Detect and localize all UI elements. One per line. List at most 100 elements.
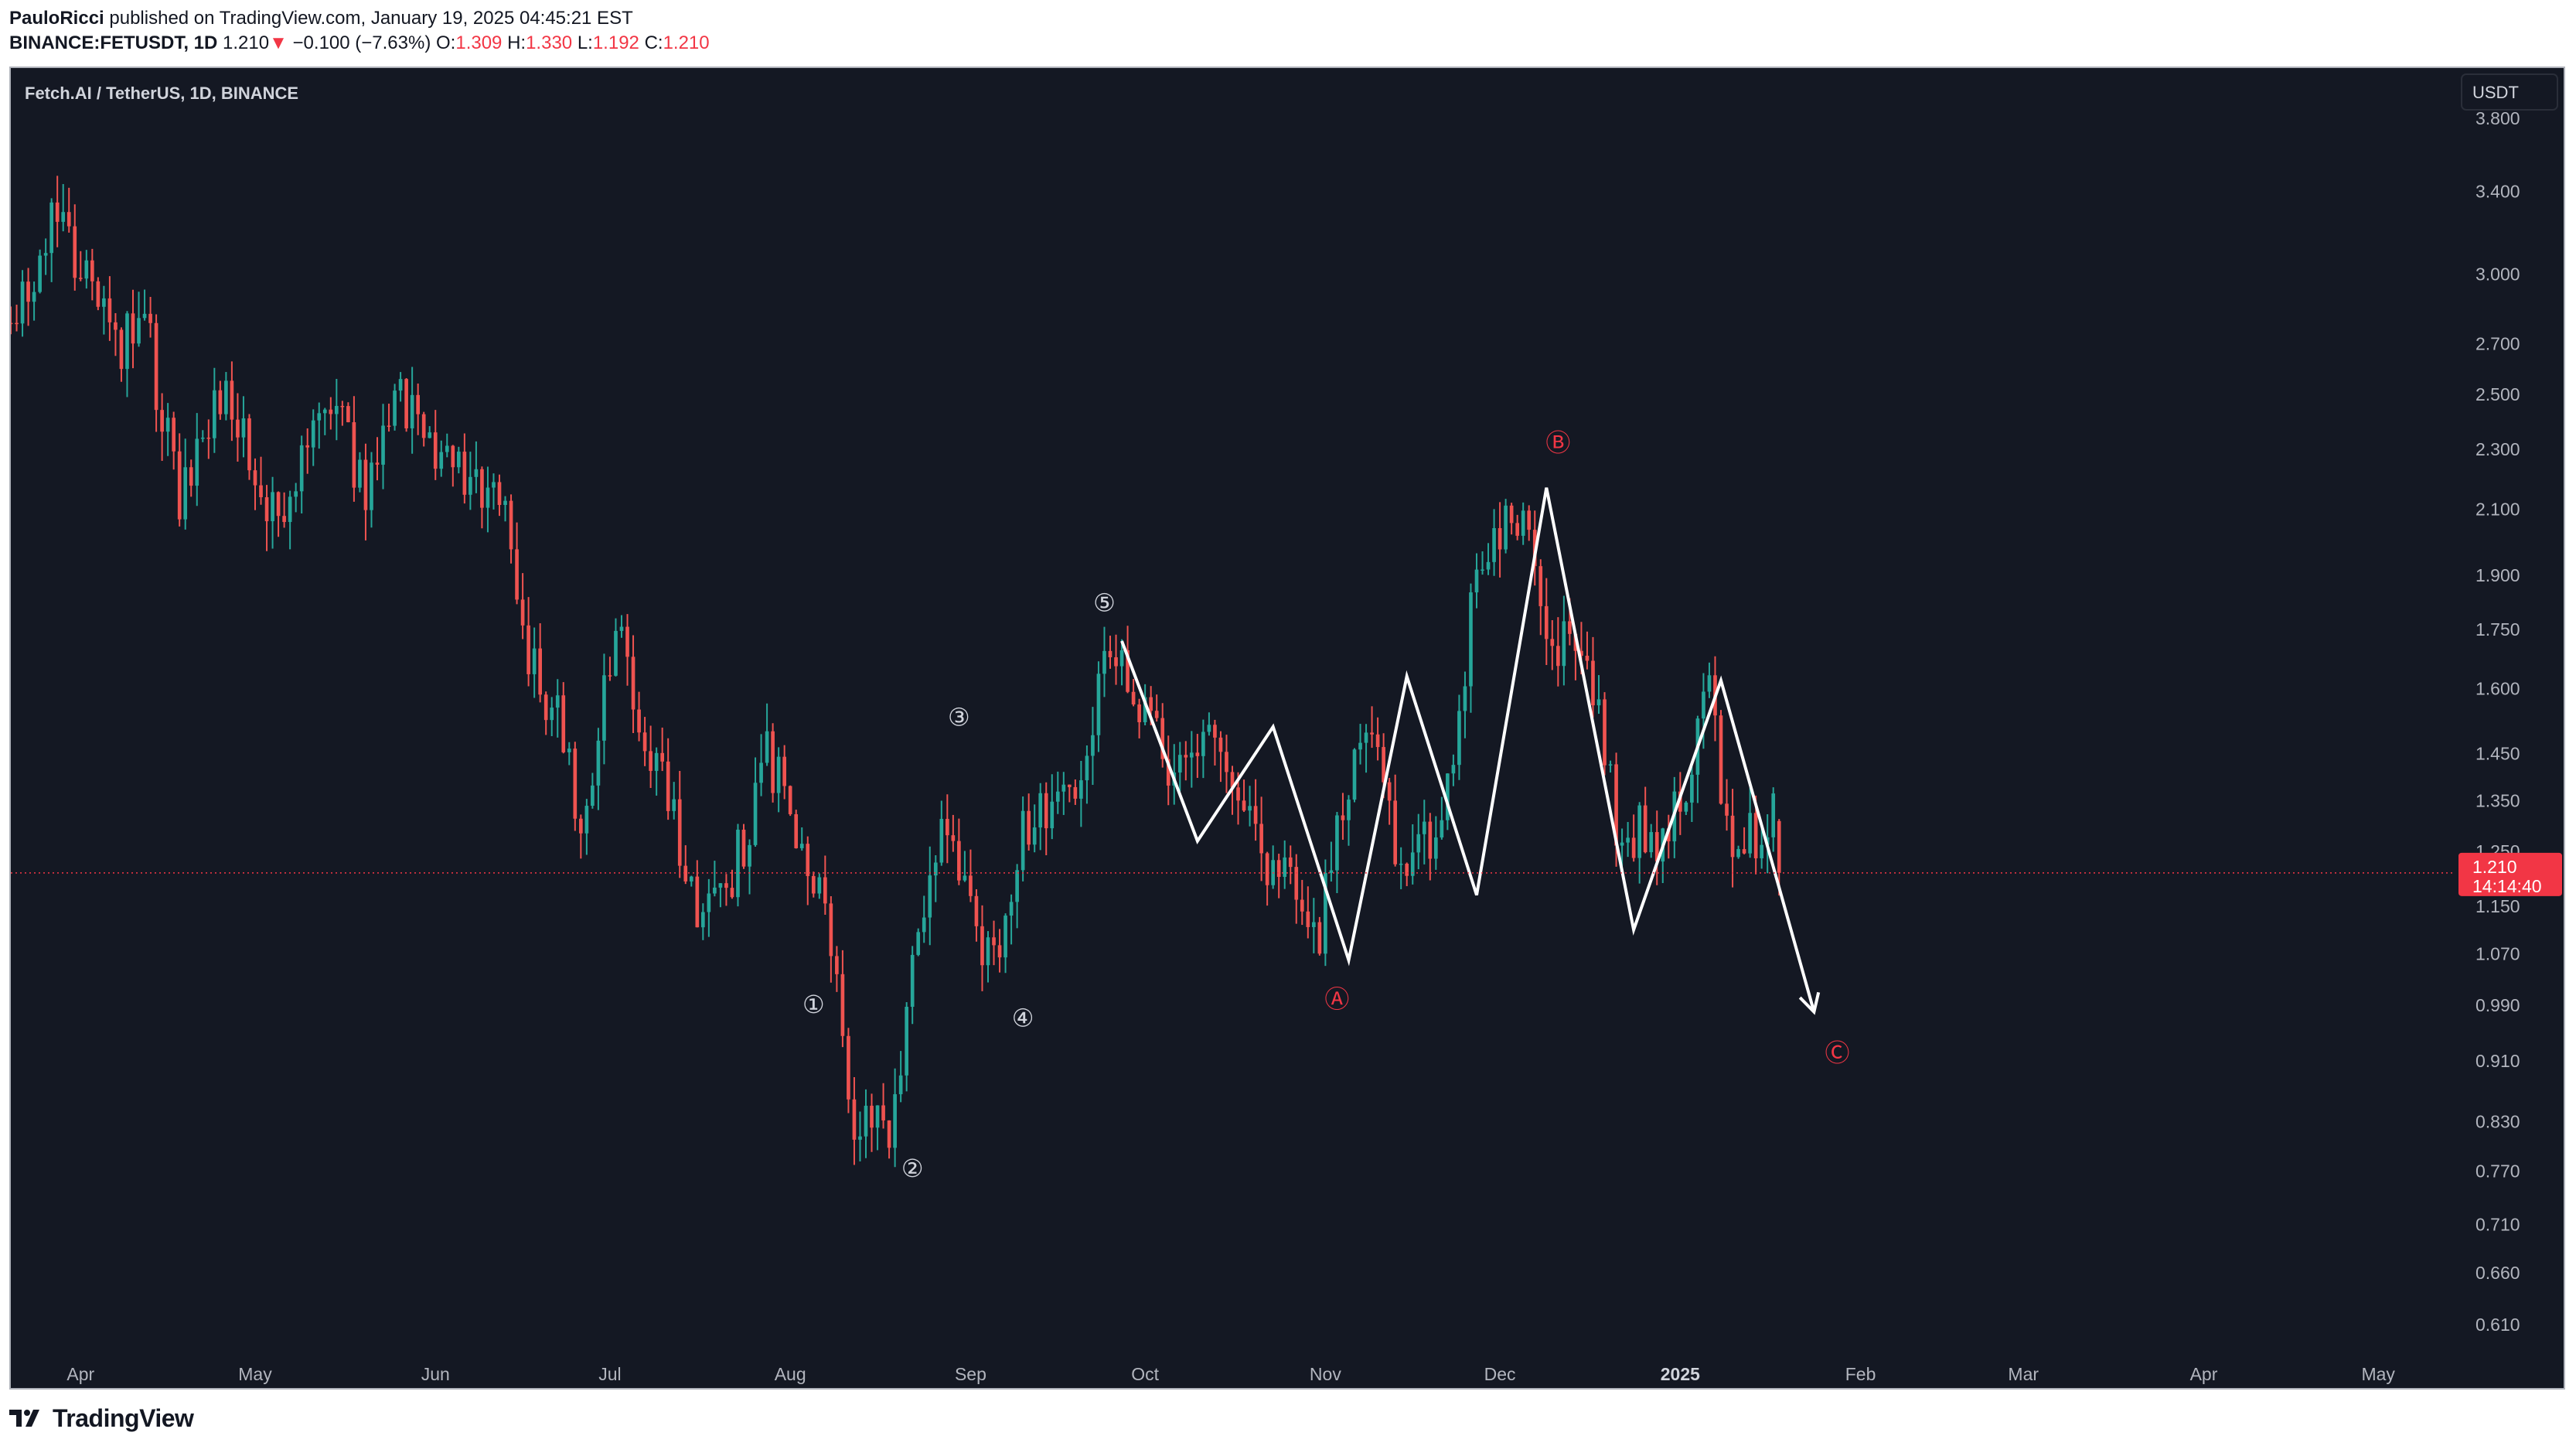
candle-body: [637, 709, 641, 733]
candle-body: [741, 829, 746, 867]
candle-body: [625, 626, 629, 657]
chart-panel[interactable]: ① ② ③ ④ ⑤ Ⓐ Ⓑ Ⓒ 3.800 3.400 3.000 2.700 2.500 2.300 2…: [9, 67, 2565, 1390]
candle-body: [352, 422, 356, 488]
candle-body: [1015, 870, 1019, 902]
y-tick-label: 1.900: [2475, 565, 2520, 585]
wave-label[interactable]: ⑤: [1093, 588, 1116, 618]
candle-body: [1684, 802, 1688, 812]
candle-body: [520, 599, 525, 626]
candle-body: [486, 487, 490, 508]
candle-body: [107, 298, 112, 322]
wave-label[interactable]: Ⓐ: [1324, 984, 1349, 1014]
candle-body: [311, 420, 315, 448]
tradingview-branding[interactable]: TradingView: [9, 1401, 194, 1435]
candle-body: [428, 432, 432, 438]
candle-body: [421, 414, 426, 438]
candle-body: [724, 883, 728, 888]
currency-button[interactable]: USDT: [2461, 73, 2558, 111]
x-tick-label: Sep: [955, 1364, 986, 1384]
author-name[interactable]: PauloRicci: [9, 8, 104, 29]
wave-label[interactable]: Ⓒ: [1825, 1038, 1849, 1068]
price-chart[interactable]: ① ② ③ ④ ⑤ Ⓐ Ⓑ Ⓒ 3.800 3.400 3.000 2.700 2.500 2.300 2…: [11, 68, 2564, 1388]
candle-body: [1352, 749, 1357, 800]
candle-body: [608, 675, 612, 677]
candle-body: [1044, 793, 1048, 829]
candle-body: [1428, 821, 1433, 859]
wave-label[interactable]: ③: [948, 703, 970, 732]
candle-body: [1061, 784, 1066, 792]
candle-body: [561, 695, 566, 752]
wave-label[interactable]: ④: [1012, 1003, 1034, 1032]
x-tick-label: Jul: [598, 1364, 621, 1384]
candle-body: [1492, 528, 1496, 562]
candle-body: [1637, 805, 1641, 858]
candle-body: [1556, 646, 1560, 667]
candle-body: [503, 500, 507, 506]
candle-body: [1184, 755, 1188, 758]
candle-body: [509, 500, 513, 550]
price-change: −0.100 (−7.63%): [292, 32, 431, 53]
candle-body: [957, 841, 961, 881]
candle-body: [84, 260, 89, 279]
candle-body: [1341, 815, 1345, 820]
candle-body: [480, 469, 484, 508]
candle-body: [177, 451, 182, 520]
candle-body: [218, 390, 223, 414]
wave-label[interactable]: ①: [802, 990, 825, 1019]
candle-body: [887, 1120, 891, 1148]
candle-body: [1213, 725, 1217, 738]
candle-body: [1481, 569, 1484, 571]
candle-body: [748, 844, 751, 867]
candle-body: [1195, 752, 1200, 756]
candle-body: [114, 322, 118, 330]
candle-body: [119, 329, 124, 370]
candle-body: [375, 462, 380, 465]
y-tick-label: 2.100: [2475, 500, 2520, 520]
y-tick-label: 1.150: [2475, 896, 2520, 916]
candle-body: [363, 459, 368, 510]
candle-body: [1265, 853, 1269, 885]
candle-body: [474, 469, 479, 477]
elliott-wave-line[interactable]: [1120, 487, 1816, 1013]
x-tick-label: 2025: [1661, 1364, 1700, 1384]
candle-body: [282, 516, 286, 523]
candle-body: [1358, 742, 1362, 750]
x-tick-label: Mar: [2008, 1364, 2039, 1384]
candle-body: [1177, 755, 1182, 773]
candle-body: [1108, 650, 1113, 657]
candle-body: [259, 485, 263, 498]
candle-body: [1451, 765, 1456, 774]
candle-body: [457, 452, 461, 468]
y-tick-label: 0.830: [2475, 1111, 2520, 1131]
candle-body: [858, 1136, 862, 1140]
candle-body: [20, 281, 25, 324]
candle-body: [288, 496, 292, 523]
candle-body: [1236, 787, 1240, 801]
wave-label[interactable]: ②: [901, 1154, 924, 1183]
candle-body: [358, 459, 362, 488]
candle-body: [43, 253, 48, 256]
wave-label[interactable]: Ⓑ: [1545, 428, 1570, 458]
candle-body: [1253, 806, 1258, 824]
candle-body: [213, 390, 216, 438]
candle-body: [852, 1099, 857, 1140]
high-value: 1.330: [526, 32, 573, 53]
candle-body: [1248, 806, 1252, 811]
candle-body: [1405, 863, 1409, 876]
currency-label[interactable]: USDT: [2472, 83, 2519, 102]
candle-body: [1626, 837, 1630, 843]
candle-body: [11, 322, 13, 325]
candle-body: [102, 298, 106, 307]
candle-body: [864, 1105, 868, 1137]
candle-body: [317, 413, 322, 421]
candle-body: [1038, 793, 1043, 828]
candle-body: [224, 380, 228, 414]
candle-body: [1527, 510, 1532, 530]
candle-body: [619, 626, 624, 631]
candle-body: [1509, 505, 1514, 523]
down-arrow-icon: ▼: [269, 32, 288, 53]
candle-body: [799, 844, 804, 848]
candle-body: [515, 549, 519, 600]
x-tick-label: Oct: [1131, 1364, 1159, 1384]
candle-body: [1218, 737, 1223, 752]
